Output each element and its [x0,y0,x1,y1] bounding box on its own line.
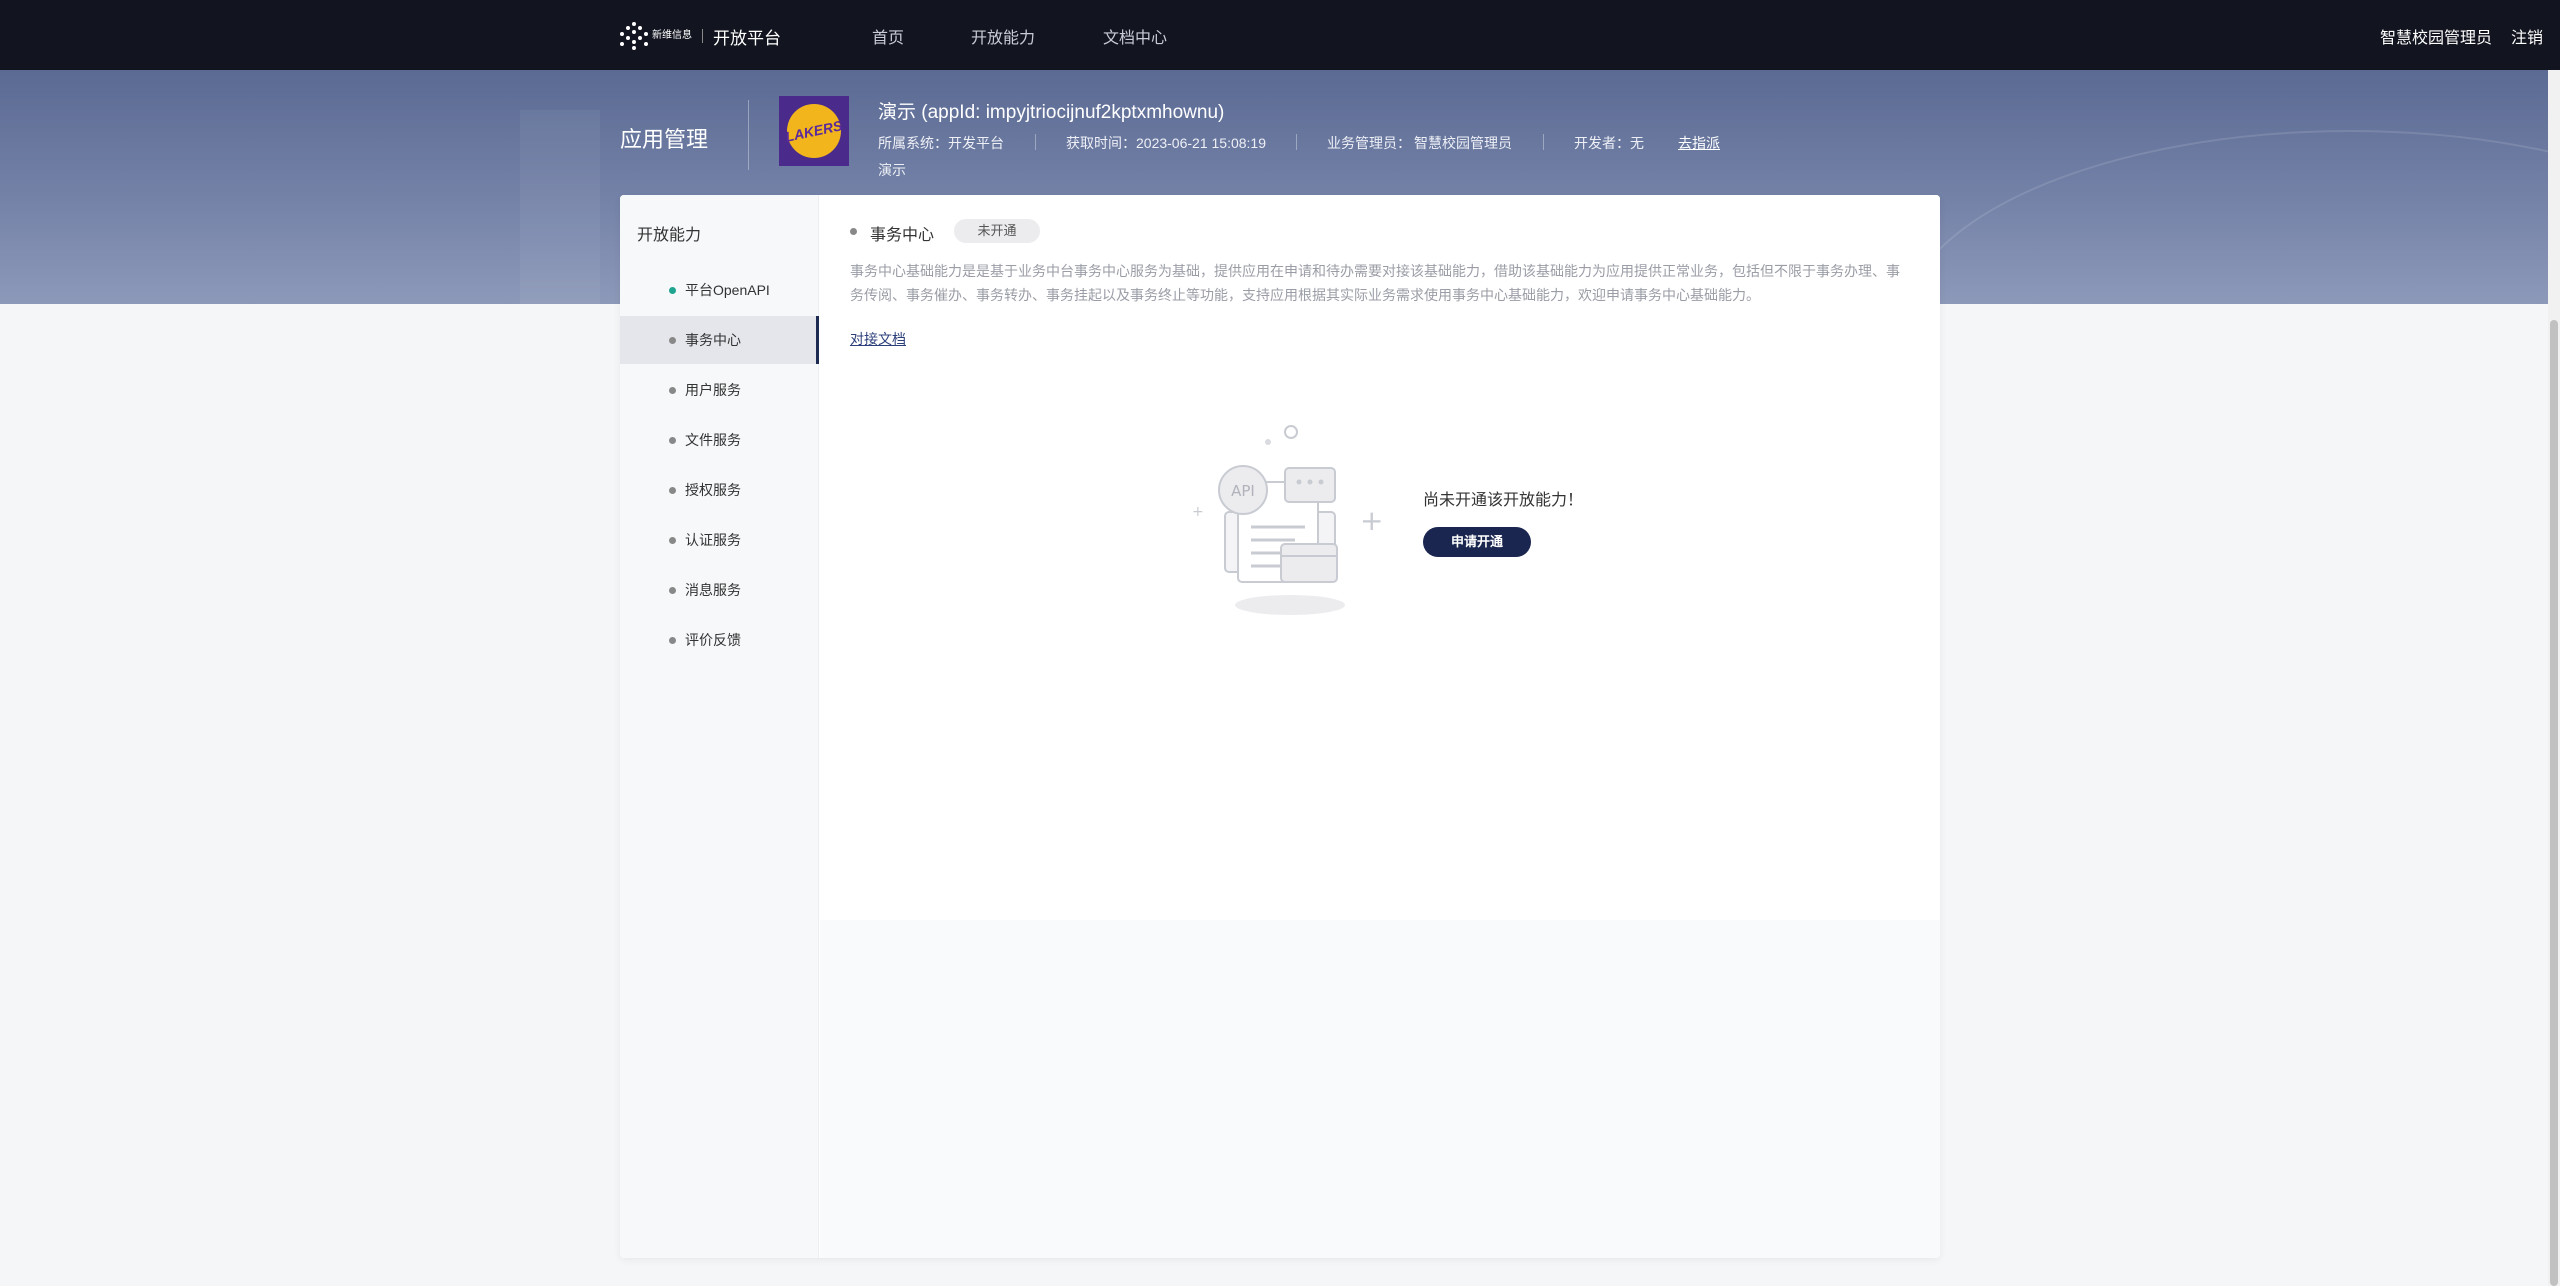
banner-decoration [1900,130,2560,304]
status-dot [669,336,676,344]
meta-divider [1035,134,1036,150]
user-name[interactable]: 智慧校园管理员 [2380,24,2492,48]
svg-text:+: + [1360,504,1383,537]
status-dot [669,536,676,544]
status-dot [669,386,676,394]
sidebar-item-label: 评价反馈 [685,632,741,648]
logo-icon [620,22,648,50]
status-dot [669,286,676,294]
nav-home[interactable]: 首页 [872,24,904,48]
meta-admin-value: 智慧校园管理员 [1414,135,1512,151]
logo-company: 新维信息 [652,30,692,41]
main-card: 开放能力 平台OpenAPI 事务中心 用户服务 文件服务 授权服务 认证服务 … [620,195,1940,1258]
logo[interactable]: 新维信息 开放平台 [620,22,781,50]
sidebar-item-label: 事务中心 [685,332,741,348]
sidebar-item-label: 授权服务 [685,482,741,498]
divider [748,100,749,170]
service-description: 事务中心基础能力是是基于业务中台事务中心服务为基础，提供应用在申请和待办需要对接… [850,263,1900,303]
sidebar: 开放能力 平台OpenAPI 事务中心 用户服务 文件服务 授权服务 认证服务 … [620,195,819,1258]
status-badge: 未开通 [954,219,1040,243]
sidebar-item-user-service[interactable]: 用户服务 [620,366,819,414]
meta-divider [1296,134,1297,150]
logo-divider [702,29,703,43]
meta-divider [1543,134,1544,150]
nav-open-capability[interactable]: 开放能力 [971,24,1035,48]
sidebar-item-message-service[interactable]: 消息服务 [620,566,819,614]
meta-developer: 开发者：无 [1574,135,1644,151]
sidebar-item-file-service[interactable]: 文件服务 [620,416,819,464]
page-scrollbar[interactable] [2548,70,2560,1286]
logo-title: 开放平台 [713,28,781,48]
sidebar-item-label: 用户服务 [685,382,741,398]
scrollbar-thumb[interactable] [2550,320,2558,1286]
illustration-label: API [1231,482,1255,500]
sidebar-item-label: 文件服务 [685,432,741,448]
status-dot [669,486,676,494]
logout-link[interactable]: 注销 [2511,24,2543,48]
banner-decoration [520,110,600,304]
content-footer-area [820,920,1940,1258]
sidebar-item-feedback[interactable]: 评价反馈 [620,616,819,664]
nav-docs[interactable]: 文档中心 [1103,24,1167,48]
app-logo: LAKERS [779,96,849,166]
meta-time: 获取时间：2023-06-21 15:08:19 [1066,135,1266,151]
sidebar-item-openapi[interactable]: 平台OpenAPI [620,266,819,314]
sidebar-item-auth-service[interactable]: 授权服务 [620,466,819,514]
app-description: 演示 [878,162,906,178]
service-detail: 事务中心 未开通 事务中心基础能力是是基于业务中台事务中心服务为基础，提供应用在… [820,195,1940,920]
sidebar-item-label: 消息服务 [685,582,741,598]
sidebar-title: 开放能力 [637,227,702,244]
sidebar-item-affairs-center[interactable]: 事务中心 [620,316,819,364]
status-dot [669,636,676,644]
assign-developer-link[interactable]: 去指派 [1678,133,1720,153]
apply-button[interactable]: 申请开通 [1423,527,1531,557]
empty-state-illustration: + + API [1192,425,1383,615]
app-logo-text: LAKERS [784,117,844,145]
empty-state-message: 尚未开通该开放能力！ [1423,492,1584,509]
app-name: 演示 (appId: impyjtriocijnuf2kptxmhownu) [878,102,1225,123]
status-dot [669,586,676,594]
sidebar-item-certification-service[interactable]: 认证服务 [620,516,819,564]
meta-system: 所属系统：开发平台 [878,135,1004,151]
status-dot [669,436,676,444]
page-title: 应用管理 [620,127,709,152]
sidebar-item-label: 认证服务 [685,532,741,548]
svg-text:+: + [1192,504,1204,520]
service-title: 事务中心 [870,227,935,244]
status-dot [850,228,857,235]
meta-admin-label: 业务管理员： [1327,135,1411,151]
sidebar-item-label: 平台OpenAPI [685,282,770,298]
integration-doc-link[interactable]: 对接文档 [850,329,906,349]
top-nav: 新维信息 开放平台 首页 开放能力 文档中心 智慧校园管理员 注销 [0,0,2560,70]
